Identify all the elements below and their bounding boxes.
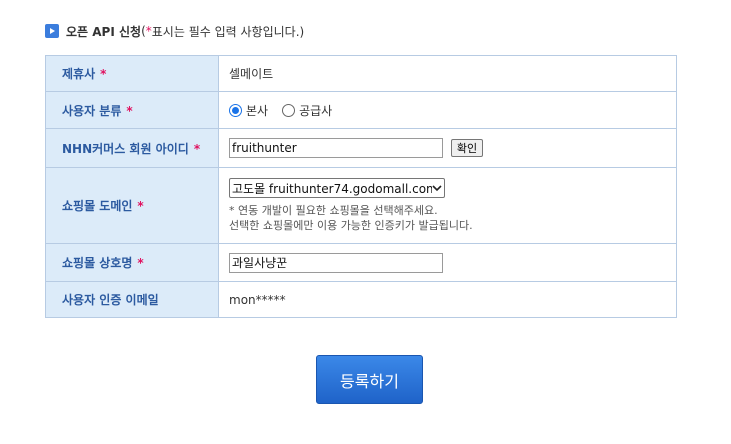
row-member-id: NHN커머스 회원 아이디 * 확인 <box>45 128 677 168</box>
row-shop-domain: 쇼핑몰 도메인 * 고도몰 fruithunter74.godomall.com … <box>45 167 677 244</box>
shop-domain-field: 고도몰 fruithunter74.godomall.com * 연동 개발이 … <box>218 167 677 244</box>
section-title: 오픈 API 신청 (* 표시는 필수 입력 사항입니다.) <box>45 22 304 40</box>
auth-email-label: 사용자 인증 이메일 <box>45 281 219 318</box>
shop-domain-help-2: 선택한 쇼핑몰에만 이용 가능한 인증키가 발급됩니다. <box>229 219 473 232</box>
shop-domain-label: 쇼핑몰 도메인 * <box>45 167 219 244</box>
chevron-down-icon <box>432 181 442 195</box>
required-star: * <box>137 199 144 213</box>
member-id-label: NHN커머스 회원 아이디 * <box>45 128 219 168</box>
shop-name-label-text: 쇼핑몰 상호명 <box>62 256 133 270</box>
required-star: * <box>193 141 201 156</box>
shop-domain-select[interactable]: 고도몰 fruithunter74.godomall.com <box>229 178 445 198</box>
row-partner: 제휴사 * 셀메이트 <box>45 55 677 92</box>
required-star: * <box>137 256 144 270</box>
shop-name-input[interactable] <box>229 252 443 273</box>
required-star: * <box>126 103 133 118</box>
shop-domain-label-text: 쇼핑몰 도메인 <box>62 199 133 213</box>
api-application-form: 제휴사 * 셀메이트 사용자 분류 * 본사 공급사 NHN커머스 회원 아이디 * … <box>45 55 677 318</box>
radio-headquarters[interactable] <box>229 103 242 117</box>
required-star: * <box>100 67 107 81</box>
row-user-type: 사용자 분류 * 본사 공급사 <box>45 91 677 129</box>
shop-domain-help-1: * 연동 개발이 필요한 쇼핑몰을 선택해주세요. <box>229 204 438 217</box>
shop-domain-selected: 고도몰 fruithunter74.godomall.com <box>232 181 432 196</box>
radio-supplier[interactable] <box>282 103 296 117</box>
radio-supplier-label[interactable]: 공급사 <box>299 102 332 119</box>
auth-email-label-text: 사용자 인증 이메일 <box>62 293 159 307</box>
partner-value: 셀메이트 <box>218 55 677 92</box>
required-note-text: 표시는 필수 입력 사항입니다.) <box>151 24 305 39</box>
register-button[interactable]: 등록하기 <box>316 355 423 404</box>
member-id-label-text: NHN커머스 회원 아이디 <box>62 141 189 156</box>
user-type-field: 본사 공급사 <box>218 91 677 129</box>
confirm-id-button[interactable]: 확인 <box>450 139 484 157</box>
page-title: 오픈 API 신청 <box>66 24 142 39</box>
member-id-input[interactable] <box>229 138 443 158</box>
partner-label-text: 제휴사 <box>62 67 96 81</box>
user-type-label-text: 사용자 분류 <box>62 103 122 118</box>
radio-headquarters-label[interactable]: 본사 <box>246 102 268 119</box>
auth-email-value: mon***** <box>218 281 677 318</box>
member-id-field: 확인 <box>218 128 677 168</box>
shop-name-field <box>218 243 677 282</box>
user-type-label: 사용자 분류 * <box>45 91 219 129</box>
play-icon <box>45 24 59 38</box>
partner-label: 제휴사 * <box>45 55 219 92</box>
shop-name-label: 쇼핑몰 상호명 * <box>45 243 219 282</box>
row-shop-name: 쇼핑몰 상호명 * <box>45 243 677 282</box>
row-auth-email: 사용자 인증 이메일 mon***** <box>45 281 677 318</box>
